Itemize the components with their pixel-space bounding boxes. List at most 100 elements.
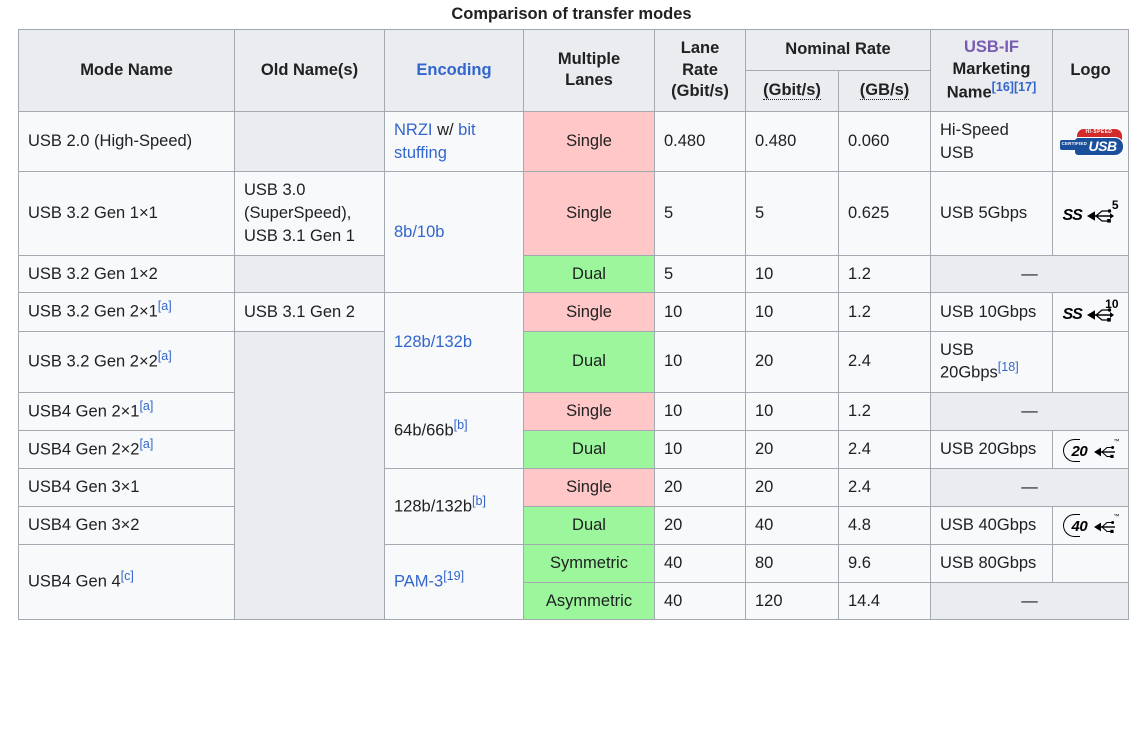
usb-40gbps-logo: 40 ™ bbox=[1059, 513, 1122, 538]
cell-mode-name: USB 3.2 Gen 1×2 bbox=[18, 254, 235, 294]
cell-encoding: 8b/10b bbox=[384, 171, 524, 294]
th-lane-rate: Lane Rate (Gbit/s) bbox=[654, 29, 746, 112]
ref-18-link[interactable]: [18] bbox=[998, 360, 1019, 374]
cell-nominal-gb: 2.4 bbox=[838, 330, 931, 393]
cell-marketing-name: USB 20Gbps bbox=[930, 429, 1053, 470]
usb-20gbps-logo: 20 ™ bbox=[1059, 438, 1122, 462]
cell-lane-rate: 10 bbox=[654, 429, 746, 470]
ref-a-link[interactable]: [a] bbox=[158, 349, 172, 363]
ref-a-link[interactable]: [a] bbox=[158, 299, 172, 313]
cell-nominal-gbit: 10 bbox=[745, 292, 839, 332]
cell-logo: 20 ™ bbox=[1052, 429, 1129, 470]
cell-marketing-name: USB 5Gbps bbox=[930, 171, 1053, 256]
marketing-name-text: USB 20Gbps bbox=[940, 340, 998, 382]
ref-c: [c] bbox=[121, 569, 134, 583]
cell-mode-name: USB 2.0 (High-Speed) bbox=[18, 110, 235, 173]
cell-lane-rate: 10 bbox=[654, 330, 746, 393]
cell-mode-name: USB 3.2 Gen 1×1 bbox=[18, 171, 235, 256]
cell-marketing-name: USB 40Gbps bbox=[930, 505, 1053, 545]
cell-nominal-gbit: 120 bbox=[745, 581, 839, 621]
cell-nominal-gb: 14.4 bbox=[838, 581, 931, 621]
logo-usb-text: USB bbox=[1088, 137, 1118, 154]
128b132b-link[interactable]: 128b/132b bbox=[394, 333, 472, 351]
table-row: USB4 Gen 3×1 128b/132b[b] Single 20 20 2… bbox=[18, 468, 1129, 545]
cell-nominal-gbit: 10 bbox=[745, 254, 839, 294]
cell-old-name: USB 3.1 Gen 2 bbox=[234, 292, 385, 332]
superspeed-5-logo: SS 5 bbox=[1059, 198, 1122, 225]
table-row: USB 2.0 (High-Speed) NRZI w/ bit stuffin… bbox=[18, 110, 1129, 173]
encoding-header-link[interactable]: Encoding bbox=[416, 61, 491, 79]
mode-name-text: USB 3.2 Gen 2×2 bbox=[28, 352, 158, 371]
table-caption: Comparison of transfer modes bbox=[451, 5, 692, 23]
cell-nominal-gb: 4.8 bbox=[838, 505, 931, 545]
cell-lanes: Dual bbox=[523, 505, 655, 545]
abbr-gb: (GB/s) bbox=[859, 80, 910, 100]
cell-marketing-name: Hi-Speed USB bbox=[930, 110, 1053, 173]
ref-17-link[interactable]: [17] bbox=[1014, 80, 1036, 94]
cell-lanes: Single bbox=[523, 110, 655, 173]
ref-16-17: [16][17] bbox=[992, 80, 1037, 94]
cell-lanes: Dual bbox=[523, 330, 655, 393]
usb-trident-icon bbox=[1085, 207, 1115, 230]
cell-nominal-gb: 9.6 bbox=[838, 543, 931, 583]
cell-nominal-gbit: 40 bbox=[745, 505, 839, 545]
ref-19-link[interactable]: [19] bbox=[443, 569, 464, 583]
cell-marketing-name: USB 10Gbps bbox=[930, 292, 1053, 332]
ref-16-link[interactable]: [16] bbox=[992, 80, 1014, 94]
ref-a: [a] bbox=[158, 299, 172, 313]
8b10b-link[interactable]: 8b/10b bbox=[394, 223, 444, 241]
ref-b-link[interactable]: [b] bbox=[454, 418, 468, 432]
cell-marketing-name-none: — bbox=[930, 391, 1129, 431]
ref-19: [19] bbox=[443, 569, 464, 583]
cell-lane-rate: 40 bbox=[654, 581, 746, 621]
cell-nominal-gbit: 5 bbox=[745, 171, 839, 256]
ref-b: [b] bbox=[472, 494, 486, 508]
usb-if-link[interactable]: USB-IF bbox=[964, 38, 1019, 56]
table-row: USB 3.2 Gen 2×2[a] Dual 10 20 2.4 USB 20… bbox=[18, 330, 1129, 621]
cell-lane-rate: 5 bbox=[654, 171, 746, 256]
cell-mode-name: USB4 Gen 2×1[a] bbox=[18, 391, 235, 431]
logo-speed-number: 10 bbox=[1105, 297, 1119, 312]
table-row: USB4 Gen 2×2[a] Dual 10 20 2.4 USB 20Gbp… bbox=[18, 429, 1129, 470]
transfer-modes-table: Mode Name Old Name(s) Encoding Multiple … bbox=[18, 29, 1129, 621]
ref-a-link[interactable]: [a] bbox=[139, 399, 153, 413]
superspeed-10-logo: SS 10 bbox=[1059, 297, 1122, 324]
usb-trident-icon bbox=[1093, 443, 1117, 466]
cell-lane-rate: 40 bbox=[654, 543, 746, 583]
cell-old-name-empty bbox=[234, 330, 385, 621]
logo-trademark: ™ bbox=[1113, 514, 1120, 521]
mode-name-text: USB4 Gen 2×2 bbox=[28, 440, 140, 459]
table-row: USB4 Gen 4[c] PAM-3[19] Symmetric 40 80 … bbox=[18, 543, 1129, 621]
ref-c-link[interactable]: [c] bbox=[121, 569, 134, 583]
nrzi-link[interactable]: NRZI bbox=[394, 121, 433, 139]
logo-speed-number: 20 bbox=[1071, 442, 1088, 460]
cell-lanes: Dual bbox=[523, 429, 655, 470]
cell-lanes: Single bbox=[523, 292, 655, 332]
cell-lane-rate: 0.480 bbox=[654, 110, 746, 173]
logo-certified-text: CERTIFIED bbox=[1061, 140, 1088, 146]
cell-lane-rate: 10 bbox=[654, 391, 746, 431]
logo-speed-number: 5 bbox=[1111, 198, 1119, 213]
cell-lane-rate: 5 bbox=[654, 254, 746, 294]
th-nominal-rate: Nominal Rate bbox=[745, 29, 931, 71]
th-multiple-lanes-line2: Lanes bbox=[565, 71, 613, 90]
cell-nominal-gb: 2.4 bbox=[838, 468, 931, 507]
table-row: USB4 Gen 2×1[a] 64b/66b[b] Single 10 10 … bbox=[18, 391, 1129, 470]
abbr-gbit: (Gbit/s) bbox=[763, 80, 821, 100]
encoding-text: 64b/66b bbox=[394, 421, 454, 440]
table-page: Comparison of transfer modes Mode Name O… bbox=[0, 0, 1143, 756]
encoding-text: 128b/132b bbox=[394, 497, 472, 516]
logo-speed-number: 40 bbox=[1071, 518, 1088, 536]
th-lane-rate-line2: Rate bbox=[682, 60, 718, 79]
ref-b-link[interactable]: [b] bbox=[472, 494, 486, 508]
th-marketing-line1: Marketing bbox=[952, 59, 1031, 78]
cell-marketing-name-none: — bbox=[930, 468, 1129, 507]
cell-logo: HI-SPEED USB CERTIFIED bbox=[1052, 110, 1129, 173]
pam3-link[interactable]: PAM-3 bbox=[394, 573, 443, 591]
th-multiple-lanes: Multiple Lanes bbox=[523, 29, 655, 112]
cell-lanes: Symmetric bbox=[523, 543, 655, 583]
th-lane-rate-unit: (Gbit/s) bbox=[671, 82, 729, 101]
ref-a: [a] bbox=[158, 349, 172, 363]
cell-nominal-gbit: 20 bbox=[745, 429, 839, 470]
ref-a-link[interactable]: [a] bbox=[139, 437, 153, 451]
